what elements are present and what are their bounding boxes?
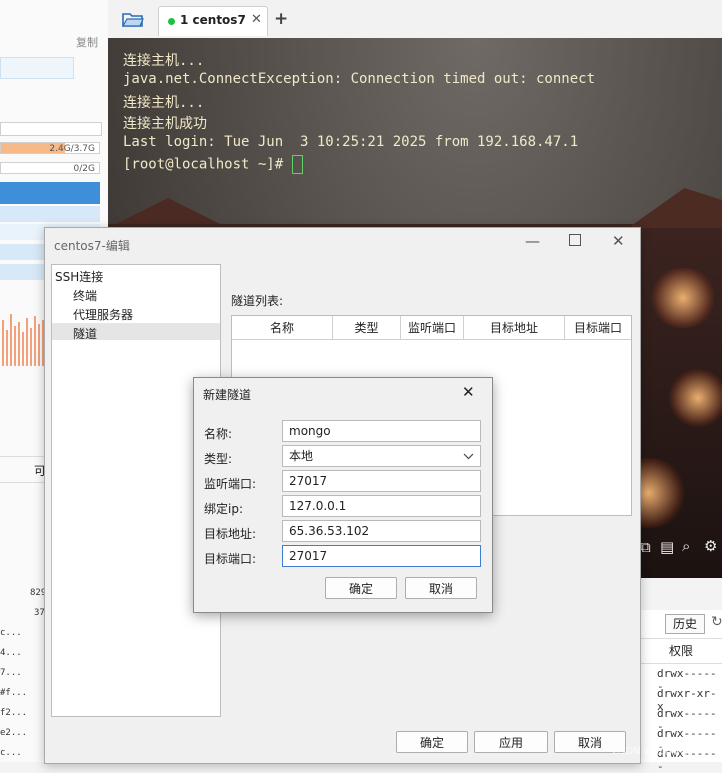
chevron-down-icon [463, 453, 474, 460]
tree-item-terminal[interactable]: 终端 [73, 287, 97, 304]
tunnel-list-label: 隧道列表: [231, 294, 284, 308]
dialog-title: 新建隧道 [203, 388, 252, 402]
col-target-port[interactable]: 目标端口 [565, 316, 631, 340]
file-cell: c... [0, 748, 22, 758]
watermark: CSDN @双霖执行 [612, 746, 694, 757]
open-folder-icon[interactable] [122, 11, 144, 27]
minimize-icon[interactable]: — [525, 232, 540, 250]
swap-meter: 0/2G [0, 162, 100, 174]
file-cell: f2... [0, 708, 28, 718]
terminal-prompt: [root@localhost ~]# [123, 155, 303, 174]
target-address-label: 目标地址: [204, 527, 257, 541]
file-cell: e2... [0, 728, 28, 738]
copy-icon[interactable]: ⧉ [640, 538, 651, 556]
listen-port-label: 监听端口: [204, 477, 257, 491]
name-field[interactable]: mongo [282, 420, 481, 442]
refresh-icon[interactable]: ↻ [711, 614, 722, 630]
terminal-line: java.net.ConnectException: Connection ti… [123, 71, 596, 87]
history-button[interactable]: 历史 [665, 614, 705, 634]
bind-ip-label: 绑定ip: [204, 502, 243, 516]
ok-button[interactable]: 确定 [325, 577, 397, 599]
terminal-line: 连接主机... [123, 95, 205, 111]
perm-column-header[interactable]: 权限 [639, 638, 722, 664]
tree-item-tunnel[interactable]: 隧道 [73, 325, 97, 342]
paste-icon[interactable]: ▤ [660, 538, 674, 556]
col-type[interactable]: 类型 [333, 316, 401, 340]
listen-port-field[interactable]: 27017 [282, 470, 481, 492]
swap-usage-text: 0/2G [73, 164, 95, 174]
terminal-cursor [291, 155, 303, 174]
col-listen-port[interactable]: 监听端口 [401, 316, 464, 340]
file-cell: 4... [0, 648, 22, 658]
ok-button[interactable]: 确定 [396, 731, 468, 753]
terminal-line: 连接主机... [123, 53, 205, 69]
dialog-title: centos7-编辑 [54, 239, 130, 253]
type-select[interactable]: 本地 [282, 445, 481, 467]
target-address-field[interactable]: 65.36.53.102 [282, 520, 481, 542]
tree-item-ssh[interactable]: SSH连接 [55, 268, 103, 285]
col-target-address[interactable]: 目标地址 [464, 316, 565, 340]
process-row-selected[interactable] [0, 182, 100, 204]
apply-button[interactable]: 应用 [474, 731, 548, 753]
close-icon[interactable]: ✕ [612, 232, 625, 250]
col-name[interactable]: 名称 [232, 316, 333, 340]
type-label: 类型: [204, 452, 233, 466]
prompt-text: [root@localhost ~]# [123, 156, 292, 173]
process-row[interactable] [0, 206, 100, 222]
tab-centos7[interactable]: 1 centos7 ✕ [158, 6, 268, 36]
connected-status-icon [168, 18, 175, 25]
name-label: 名称: [204, 427, 233, 441]
file-cell: #f... [0, 688, 28, 698]
file-browser: 历史 ↻ 权限 drwx------ drwxr-xr-x drwx------… [638, 610, 722, 773]
close-icon[interactable]: ✕ [462, 383, 475, 401]
type-select-value: 本地 [289, 449, 314, 463]
close-icon[interactable]: ✕ [251, 12, 262, 27]
search-icon[interactable]: ⌕ [682, 537, 690, 555]
terminal-line: 连接主机成功 [123, 116, 207, 132]
tab-label: 1 centos7 [180, 13, 246, 27]
file-cell: 7... [0, 668, 22, 678]
terminal-line: Last login: Tue Jun 3 10:25:21 2025 from… [123, 134, 579, 150]
host-info-field[interactable] [0, 57, 74, 79]
bind-ip-field[interactable]: 127.0.0.1 [282, 495, 481, 517]
new-tab-icon[interactable]: + [274, 9, 288, 29]
maximize-icon[interactable] [569, 234, 581, 246]
cancel-button[interactable]: 取消 [405, 577, 477, 599]
tab-bar: 1 centos7 ✕ + [108, 0, 722, 39]
mem-meter: 2.4G/3.7G [0, 142, 100, 154]
new-tunnel-dialog: 新建隧道 ✕ 名称: mongo 类型: 本地 监听端口: 27017 绑定ip… [193, 377, 493, 613]
cpu-meter [0, 122, 102, 136]
file-cell: c... [0, 628, 22, 638]
tree-item-proxy[interactable]: 代理服务器 [73, 306, 133, 323]
target-port-field[interactable]: 27017 [282, 545, 481, 567]
target-port-label: 目标端口: [204, 552, 257, 566]
gear-icon[interactable]: ⚙ [704, 537, 717, 555]
copy-button[interactable]: 复制 [76, 34, 98, 50]
mem-usage-text: 2.4G/3.7G [49, 144, 95, 154]
network-graph [2, 314, 44, 366]
